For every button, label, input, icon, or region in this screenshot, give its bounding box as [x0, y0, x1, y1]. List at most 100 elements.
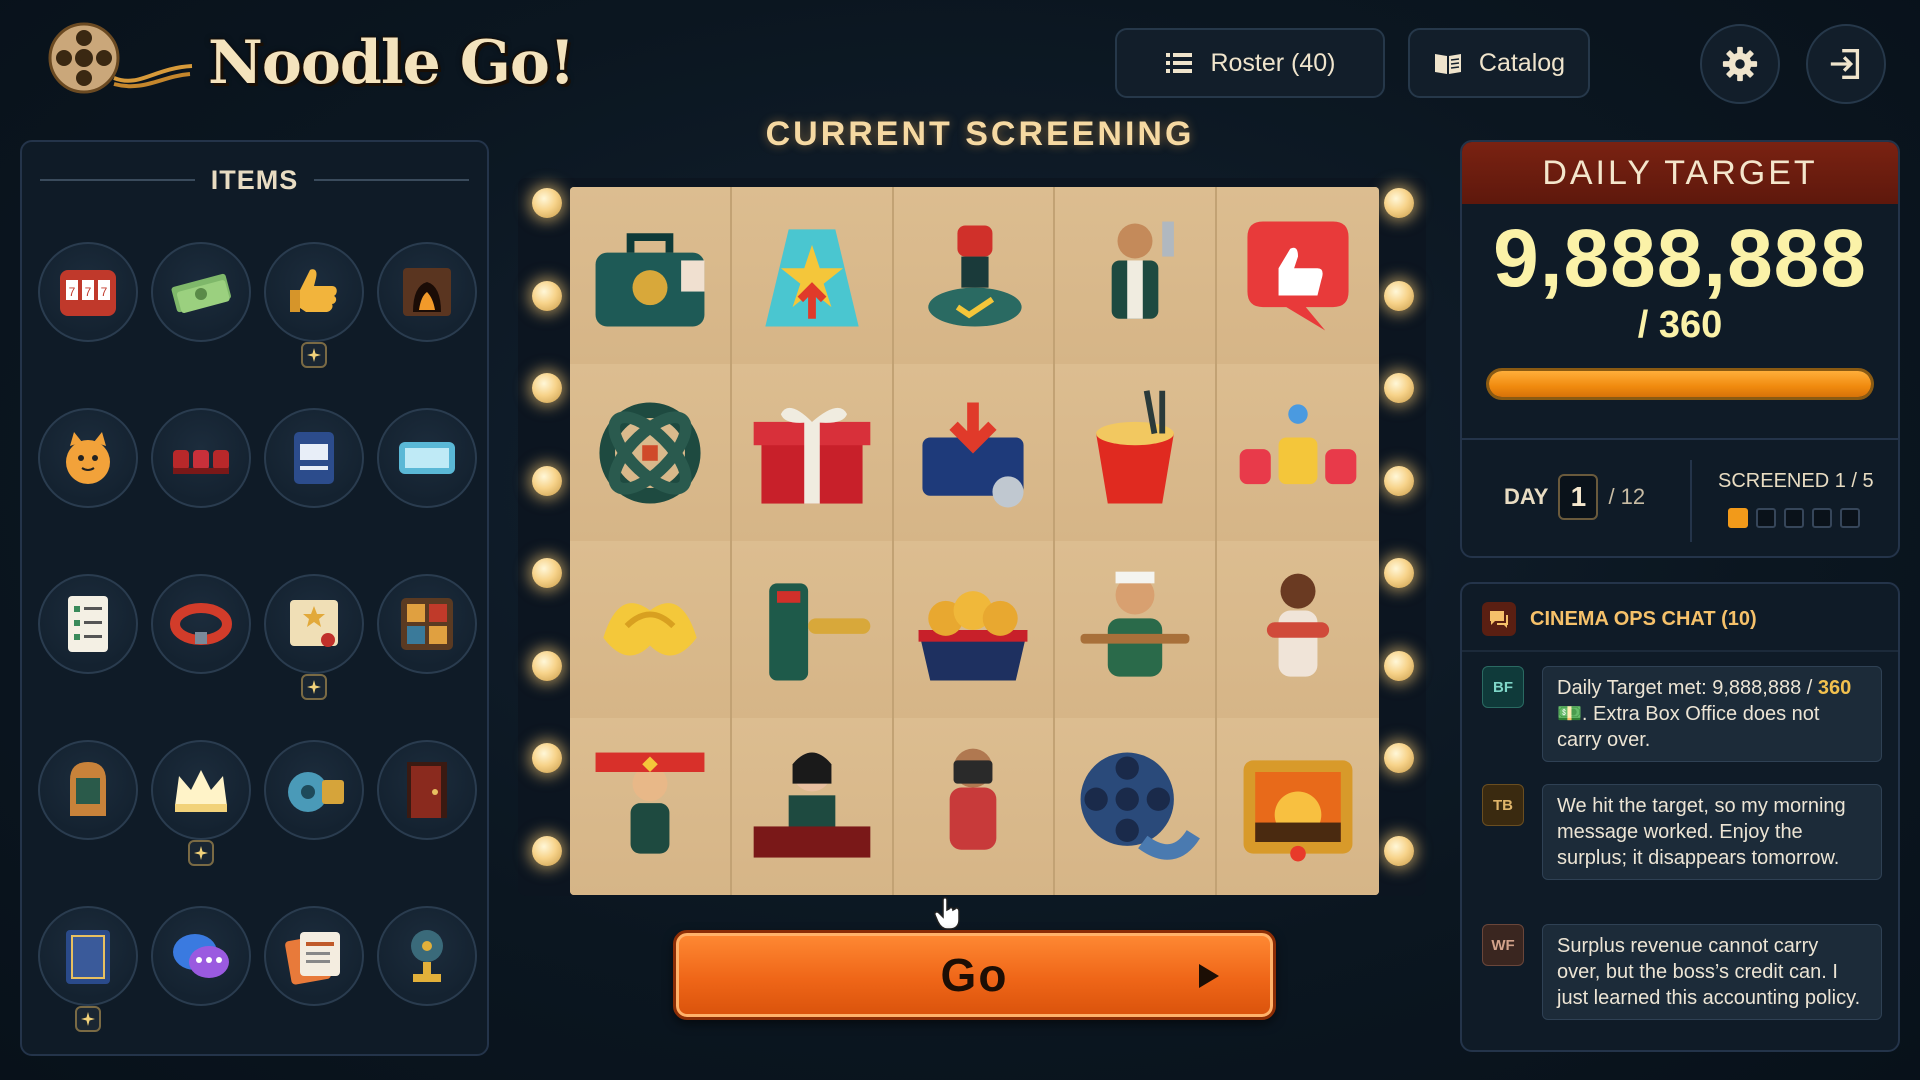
marquee-bulb [1384, 743, 1414, 773]
chat-bubble: Surplus revenue cannot carry over, but t… [1542, 924, 1882, 1020]
reel-cell-photographer[interactable] [893, 718, 1056, 895]
chat-panel: CINEMA OPS CHAT (10) BF Daily Target met… [1460, 582, 1900, 1052]
reel-cell-box-office-clerk[interactable] [731, 718, 894, 895]
divider [1690, 460, 1692, 542]
item-slot-red-collar[interactable] [151, 574, 251, 674]
butter-ribbon-icon [603, 602, 697, 656]
reel-cell-star-spotlight[interactable] [731, 187, 894, 364]
checklist-icon [68, 596, 108, 652]
svg-text:7: 7 [85, 285, 92, 299]
item-slot-coupons[interactable] [264, 906, 364, 1006]
reel-cell-ticket-turnstile[interactable] [731, 541, 894, 718]
item-slot-slot-machine[interactable]: 777 [38, 242, 138, 342]
fan-scarf-icon [595, 752, 705, 854]
screen-panel-icon [399, 442, 455, 474]
film-reel-icon [1080, 752, 1201, 860]
reel-cell-gift-box[interactable] [731, 364, 894, 541]
item-slot-certificate[interactable] [264, 574, 364, 674]
marquee-bulb [1384, 650, 1414, 681]
briefcase-icon [595, 232, 705, 327]
marquee-bulb [1384, 280, 1414, 311]
item-slot-ticket-board[interactable] [377, 574, 477, 674]
catalog-button[interactable]: Catalog [1408, 28, 1590, 98]
chat-highlight: 360 [1817, 677, 1852, 699]
item-slot-red-door[interactable] [377, 740, 477, 840]
item-slot-checklist[interactable] [38, 574, 138, 674]
item-slot-screen-panel[interactable] [377, 408, 477, 508]
roster-label: Roster (40) [1210, 48, 1336, 77]
play-icon [1199, 964, 1219, 988]
marquee-bulb [1384, 465, 1414, 496]
marquee-bulb [1384, 373, 1414, 403]
go-button[interactable]: Go [673, 930, 1276, 1020]
marquee-bulb [1384, 835, 1414, 866]
day-counter: DAY 1 / 12 [1504, 474, 1645, 520]
certificate-icon [290, 600, 338, 647]
trophy-reel-icon [411, 930, 443, 982]
thumbs-up-icon [290, 269, 337, 312]
fireplace-icon [403, 268, 451, 316]
svg-text:7: 7 [101, 285, 108, 299]
reel-cell-inbox-folder[interactable] [893, 364, 1056, 541]
item-slot-glowing-crown[interactable] [151, 740, 251, 840]
reel-cell-fan-scarf[interactable] [570, 718, 732, 895]
roster-button[interactable]: Roster (40) [1115, 28, 1385, 98]
reel-cell-nugget-basket[interactable] [893, 541, 1056, 718]
reel-cell-baker-lady[interactable] [1055, 541, 1218, 718]
lucky-cat-icon [66, 432, 110, 484]
exit-icon [1830, 49, 1860, 79]
day-number: 1 [1558, 474, 1599, 520]
item-slot-lucky-cat[interactable] [38, 408, 138, 508]
star-spotlight-icon [765, 228, 859, 327]
reel-cell-butter-ribbon[interactable] [570, 541, 732, 718]
screening-title: CURRENT SCREENING [765, 115, 1195, 153]
marquee-bulb [532, 743, 562, 773]
item-slot-thumbs-up[interactable] [264, 242, 364, 342]
day-total: / 12 [1608, 484, 1646, 509]
film-reel-logo-icon [48, 22, 193, 94]
reel-cell-vip-seats[interactable] [1217, 364, 1379, 541]
item-slot-theater-seats[interactable] [151, 408, 251, 508]
item-slot-chat-bubbles[interactable] [151, 906, 251, 1006]
target-progress-fill [1489, 371, 1871, 397]
chat-message: TB We hit the target, so my morning mess… [1482, 784, 1882, 880]
reel-cell-bartender[interactable] [1055, 187, 1218, 364]
item-slot-script-book[interactable] [38, 906, 138, 1006]
screened-pip [1840, 508, 1860, 528]
chat-bubbles-icon [173, 934, 229, 978]
chat-bubble: We hit the target, so my morning message… [1542, 784, 1882, 880]
reel-cell-like-bubble[interactable] [1217, 187, 1379, 364]
red-collar-icon [170, 603, 232, 645]
reel-cell-hugging-woman[interactable] [1217, 541, 1379, 718]
reel-cell-briefcase[interactable] [570, 187, 732, 364]
glowing-crown-icon [175, 770, 227, 812]
marquee-bulb [1384, 558, 1414, 588]
reel-cell-noodle-cup[interactable] [1055, 364, 1218, 541]
item-slot-jukebox[interactable] [38, 740, 138, 840]
avatar: WF [1482, 924, 1524, 966]
photographer-icon [950, 748, 997, 850]
screened-pip [1728, 508, 1748, 528]
ticket-turnstile-icon [768, 582, 871, 681]
day-label: DAY [1504, 484, 1549, 509]
exit-button[interactable] [1806, 24, 1886, 104]
item-slot-film-tape[interactable] [264, 740, 364, 840]
approval-stamp-icon [928, 224, 1023, 327]
reel-cell-film-reel[interactable] [1055, 718, 1218, 895]
item-slot-trophy-reel[interactable] [377, 906, 477, 1006]
item-slot-vip-pass[interactable] [264, 408, 364, 508]
jukebox-icon [70, 762, 106, 816]
divider [1462, 438, 1898, 440]
baker-lady-icon [1080, 571, 1190, 677]
item-slot-cash-stack[interactable] [151, 242, 251, 342]
reel-cell-approval-stamp[interactable] [893, 187, 1056, 364]
marquee-bulb [532, 465, 562, 496]
settings-button[interactable] [1700, 24, 1780, 104]
chat-message: WF Surplus revenue cannot carry over, bu… [1482, 924, 1882, 1020]
reel-cell-film-knot[interactable] [570, 364, 732, 541]
inbox-folder-icon [922, 401, 1025, 507]
item-slot-fireplace[interactable] [377, 242, 477, 342]
reel-cell-sunset-poster[interactable] [1217, 718, 1379, 895]
screened-pips [1728, 508, 1860, 528]
theater-seats-icon [173, 450, 229, 474]
